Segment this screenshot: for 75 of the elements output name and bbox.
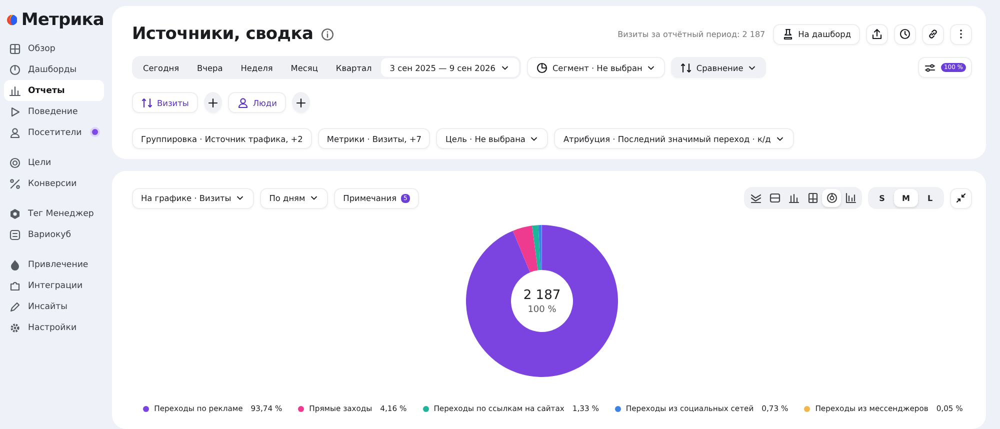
sidebar-item[interactable]: Дашборды — [4, 59, 104, 80]
sidebar-item[interactable]: Настройки — [4, 317, 104, 338]
puzzle-icon — [9, 280, 21, 292]
grid-icon — [9, 42, 21, 54]
sidebar-item[interactable]: Конверсии — [4, 173, 104, 194]
sliders-icon — [924, 62, 936, 74]
period-tab[interactable]: Месяц — [282, 58, 327, 77]
total-value: 2 187 — [523, 288, 561, 302]
sidebar-item[interactable]: Привлечение — [4, 254, 104, 275]
audience-chip[interactable]: Визиты — [132, 92, 198, 113]
collapse-icon — [955, 192, 967, 204]
play-icon — [9, 106, 21, 118]
compare-icon — [680, 62, 692, 74]
sidebar-item[interactable]: Поведение — [4, 101, 104, 122]
upload-icon — [871, 28, 883, 40]
plus-icon — [294, 96, 307, 108]
logo-text: Метрика — [21, 10, 104, 30]
add-button[interactable] — [204, 92, 222, 113]
link-icon — [927, 28, 939, 40]
total-share: 100 % — [528, 304, 556, 314]
sidebar-item[interactable]: Вариокуб — [4, 224, 104, 245]
pin-icon — [782, 28, 794, 40]
bar-chart-icon — [788, 192, 800, 204]
cube-list-icon — [9, 228, 21, 240]
line-chart-icon — [750, 192, 762, 204]
donut-chart-icon — [826, 192, 838, 204]
filter-dropdown[interactable]: Атрибуция · Последний значимый переход · к/д — [554, 128, 794, 149]
sidebar-item[interactable]: Инсайты — [4, 296, 104, 317]
page-title: Источники, сводка — [132, 24, 314, 44]
sidebar-item[interactable]: Обзор — [4, 38, 104, 59]
filter-dropdown[interactable]: Группировка · Источник трафика, +2 — [132, 128, 312, 149]
history-button[interactable] — [894, 24, 916, 44]
sidebar-item[interactable]: Тег Менеджер — [4, 203, 104, 224]
chart-type-button[interactable] — [822, 189, 841, 207]
size-option[interactable]: M — [894, 189, 918, 207]
table-icon — [768, 192, 780, 204]
period-tab[interactable]: Неделя — [232, 58, 282, 77]
column-chart-icon — [844, 192, 856, 204]
audience-chip[interactable]: Люди — [228, 92, 286, 113]
sidebar-item[interactable]: Интеграции — [4, 275, 104, 296]
person-icon — [9, 126, 21, 138]
grouping-dropdown[interactable]: По дням — [260, 188, 328, 208]
info-icon — [321, 28, 334, 40]
sidebar-item[interactable]: Отчеты — [4, 80, 104, 101]
chart-metric-dropdown[interactable]: На графике · Визиты — [132, 188, 254, 208]
clock-icon — [899, 28, 911, 40]
add-button[interactable] — [292, 92, 310, 113]
bar-chart-icon — [9, 84, 21, 96]
link-button[interactable] — [922, 24, 944, 44]
comparison-dropdown[interactable]: Сравнение — [671, 57, 766, 78]
filter-dropdown[interactable]: Метрики · Визиты, +7 — [318, 128, 430, 149]
visits-total: Визиты за отчётный период: 2 187 — [618, 30, 766, 38]
stacked-bar-icon — [806, 192, 818, 204]
date-range-dropdown[interactable]: 3 сен 2025 — 9 сен 2026 — [380, 58, 520, 77]
filter-dropdown[interactable]: Цель · Не выбрана — [436, 128, 548, 149]
size-option[interactable]: S — [870, 189, 894, 207]
pie-icon — [536, 62, 548, 74]
compare-icon — [141, 96, 153, 108]
pencil-icon — [9, 300, 21, 312]
export-button[interactable] — [866, 24, 888, 44]
period-tab[interactable]: Квартал — [326, 58, 381, 77]
person-icon — [236, 96, 249, 108]
size-option[interactable]: L — [918, 189, 942, 207]
sidebar-item[interactable]: Цели — [4, 152, 104, 173]
collapse-button[interactable] — [950, 188, 972, 208]
percent-icon — [9, 178, 21, 190]
segment-dropdown[interactable]: Сегмент · Не выбран — [527, 57, 666, 78]
period-tab[interactable]: Сегодня — [134, 58, 188, 77]
gauge-icon — [9, 64, 21, 76]
sidebar-item[interactable]: Посетители — [4, 122, 104, 143]
dashboard-button[interactable]: На дашборд — [773, 24, 860, 44]
plus-icon — [206, 96, 219, 108]
target-icon — [9, 156, 21, 168]
hexagon-icon — [9, 208, 21, 220]
period-tab[interactable]: Вчера — [188, 58, 232, 77]
